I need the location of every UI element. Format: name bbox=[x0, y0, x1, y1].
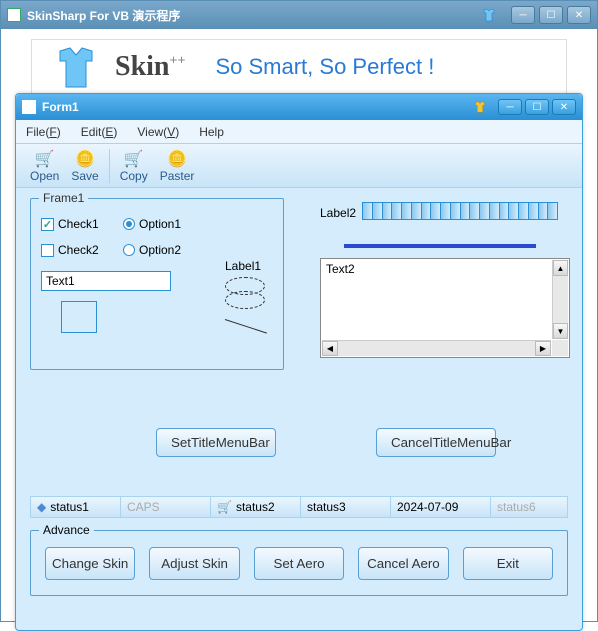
blue-bar bbox=[344, 244, 536, 248]
scroll-right-icon[interactable]: ▶ bbox=[535, 341, 551, 356]
text2-area: Text2 ▲ ▼ ◀ ▶ bbox=[320, 258, 570, 358]
diamond-icon: ◆ bbox=[37, 500, 46, 514]
hscrollbar[interactable]: ◀ ▶ bbox=[322, 340, 551, 356]
menubar: File(F) Edit(E) View(V) Help bbox=[16, 120, 582, 144]
check1[interactable]: ✓Check1 bbox=[41, 217, 99, 231]
tool-save[interactable]: 🪙Save bbox=[65, 147, 104, 185]
menu-edit[interactable]: Edit(E) bbox=[81, 125, 118, 139]
inner-titlebar: Form1 ─ ☐ ✕ bbox=[16, 94, 582, 120]
inner-window: Form1 ─ ☐ ✕ File(F) Edit(E) View(V) Help… bbox=[15, 93, 583, 631]
outer-close-button[interactable]: ✕ bbox=[567, 6, 591, 24]
cart-status-icon: 🛒 bbox=[217, 500, 232, 514]
empty-box bbox=[61, 301, 97, 333]
status-cell-6: status6 bbox=[491, 497, 567, 517]
tool-paste[interactable]: 🪙Paster bbox=[154, 147, 201, 185]
menu-help[interactable]: Help bbox=[199, 125, 224, 139]
advance-legend: Advance bbox=[39, 523, 94, 537]
app-icon bbox=[7, 8, 21, 22]
banner: Skin++ So Smart, So Perfect ! bbox=[31, 39, 567, 95]
text2-content[interactable]: Text2 bbox=[322, 260, 551, 339]
skin-shirt-icon[interactable] bbox=[481, 7, 497, 23]
scroll-left-icon[interactable]: ◀ bbox=[322, 341, 338, 356]
status-caps: CAPS bbox=[121, 497, 211, 517]
frame1-legend: Frame1 bbox=[39, 191, 88, 205]
label2: Label2 bbox=[320, 206, 356, 220]
cart-copy-icon: 🛒 bbox=[124, 149, 144, 169]
inner-minimize-button[interactable]: ─ bbox=[498, 99, 522, 115]
outer-content: Skin++ So Smart, So Perfect ! Form1 ─ ☐ … bbox=[1, 29, 597, 621]
change-skin-button[interactable]: Change Skin bbox=[45, 547, 135, 580]
status-cell-2: 🛒 status2 bbox=[211, 497, 301, 517]
outer-maximize-button[interactable]: ☐ bbox=[539, 6, 563, 24]
ellipse-shape-2 bbox=[225, 291, 265, 309]
toolbar: 🛒Open 🪙Save 🛒Copy 🪙Paster bbox=[16, 144, 582, 188]
inner-title: Form1 bbox=[42, 100, 473, 114]
progress-bar bbox=[362, 202, 558, 220]
status-cell-3: status3 bbox=[301, 497, 391, 517]
outer-titlebar: SkinSharp For VB 演示程序 ─ ☐ ✕ bbox=[1, 1, 597, 29]
scroll-down-icon[interactable]: ▼ bbox=[553, 323, 568, 339]
outer-title: SkinSharp For VB 演示程序 bbox=[27, 7, 481, 24]
text1-input[interactable] bbox=[41, 271, 171, 291]
line-shape bbox=[225, 319, 265, 341]
check2[interactable]: Check2 bbox=[41, 243, 99, 257]
inner-close-button[interactable]: ✕ bbox=[552, 99, 576, 115]
set-aero-button[interactable]: Set Aero bbox=[254, 547, 344, 580]
vscrollbar[interactable]: ▲ ▼ bbox=[552, 260, 568, 339]
toolbar-separator bbox=[109, 149, 110, 183]
main-area: Frame1 ✓Check1 Check2 Option1 Option2 bbox=[16, 188, 582, 630]
inner-maximize-button[interactable]: ☐ bbox=[525, 99, 549, 115]
tool-copy[interactable]: 🛒Copy bbox=[114, 147, 154, 185]
cancel-title-menubar-button[interactable]: CancelTitleMenuBar bbox=[376, 428, 496, 457]
banner-slogan: So Smart, So Perfect ! bbox=[215, 54, 434, 80]
set-title-menubar-button[interactable]: SetTitleMenuBar bbox=[156, 428, 276, 457]
coins-save-icon: 🪙 bbox=[75, 149, 95, 169]
status-date: 2024-07-09 bbox=[391, 497, 491, 517]
banner-brand: Skin++ bbox=[115, 51, 185, 83]
tool-open[interactable]: 🛒Open bbox=[24, 147, 65, 185]
mid-buttons: SetTitleMenuBar CancelTitleMenuBar bbox=[156, 428, 496, 457]
label1: Label1 bbox=[225, 259, 265, 273]
option1[interactable]: Option1 bbox=[123, 217, 181, 231]
menu-file[interactable]: File(F) bbox=[26, 125, 61, 139]
outer-window: SkinSharp For VB 演示程序 ─ ☐ ✕ Skin++ So Sm… bbox=[0, 0, 598, 622]
exit-button[interactable]: Exit bbox=[463, 547, 553, 580]
banner-shirt-icon bbox=[52, 43, 100, 91]
inner-shirt-icon[interactable] bbox=[473, 100, 487, 114]
frame1-group: Frame1 ✓Check1 Check2 Option1 Option2 bbox=[30, 198, 284, 370]
menu-view[interactable]: View(V) bbox=[137, 125, 179, 139]
adjust-skin-button[interactable]: Adjust Skin bbox=[149, 547, 239, 580]
status-cell-1: ◆ status1 bbox=[31, 497, 121, 517]
form-icon bbox=[22, 100, 36, 114]
scroll-corner bbox=[552, 340, 568, 356]
option2[interactable]: Option2 bbox=[123, 243, 181, 257]
advance-group: Advance Change Skin Adjust Skin Set Aero… bbox=[30, 530, 568, 596]
scroll-up-icon[interactable]: ▲ bbox=[553, 260, 568, 276]
label1-area: Label1 bbox=[225, 259, 265, 341]
cancel-aero-button[interactable]: Cancel Aero bbox=[358, 547, 448, 580]
coins-paste-icon: 🪙 bbox=[167, 149, 187, 169]
cart-open-icon: 🛒 bbox=[35, 149, 55, 169]
statusbar: ◆ status1 CAPS 🛒 status2 status3 2024-07… bbox=[30, 496, 568, 518]
outer-minimize-button[interactable]: ─ bbox=[511, 6, 535, 24]
